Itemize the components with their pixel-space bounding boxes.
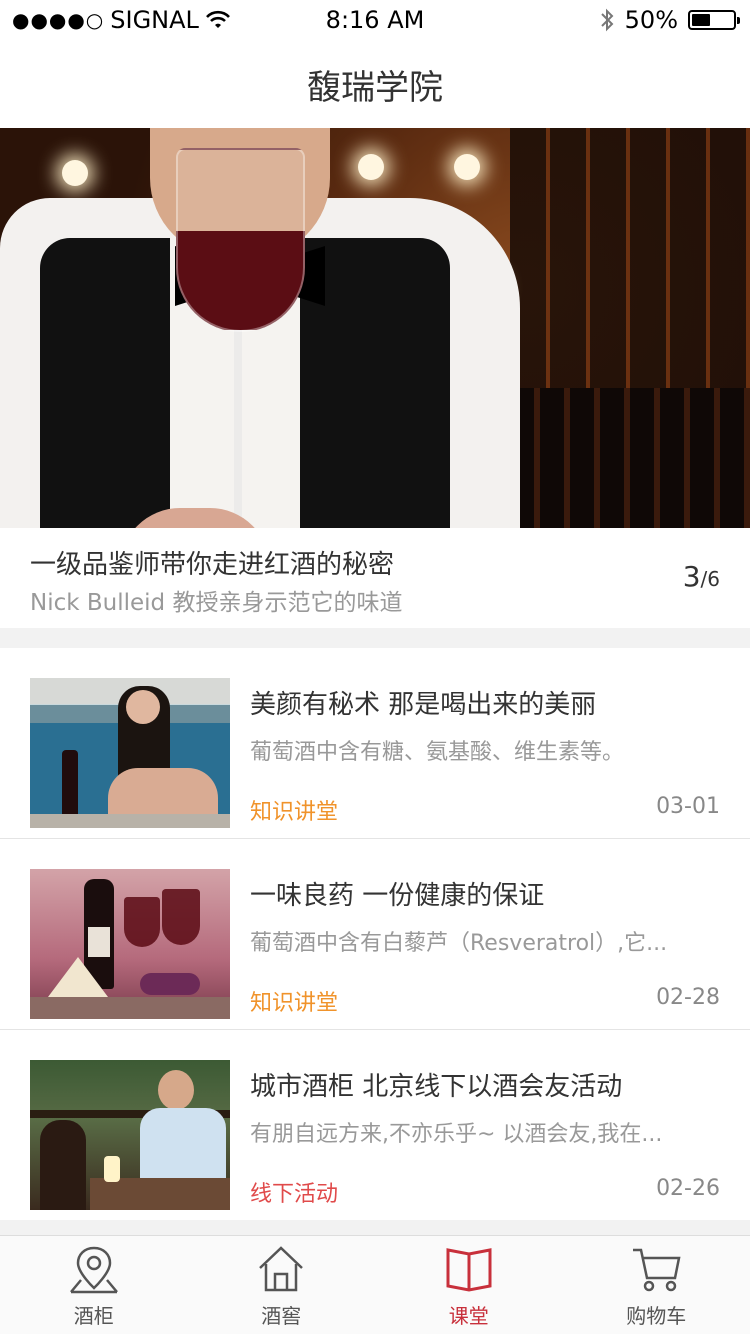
hero-caption[interactable]: 一级品鉴师带你走进红酒的秘密 Nick Bulleid 教授亲身示范它的味道 3… (0, 528, 750, 628)
battery-percent: 50% (624, 6, 678, 34)
article-list: 美颜有秘术 那是喝出来的美丽 葡萄酒中含有糖、氨基酸、维生素等。 知识讲堂 03… (0, 648, 750, 1220)
tab-label: 购物车 (626, 1304, 687, 1328)
article-thumbnail (30, 678, 230, 828)
nav-bar: 馥瑞学院 (0, 40, 750, 128)
page-title: 馥瑞学院 (307, 68, 443, 108)
location-pin-icon (69, 1246, 118, 1294)
status-right: 50% (599, 6, 740, 34)
bottom-tab-bar: 酒柜 酒窖 课堂 购物车 (0, 1235, 750, 1334)
tab-label: 酒柜 (73, 1304, 114, 1328)
wine-bottles-decoration (510, 388, 750, 528)
article-date: 02-26 (656, 1176, 720, 1201)
wine-glass (176, 148, 305, 332)
hero-subtitle: Nick Bulleid 教授亲身示范它的味道 (30, 590, 403, 616)
ceiling-light (358, 154, 384, 180)
cart-icon (633, 1248, 681, 1292)
tab-shopping-cart[interactable]: 购物车 (563, 1236, 750, 1334)
pager-current: 3 (682, 560, 701, 593)
tab-classroom[interactable]: 课堂 (375, 1236, 563, 1334)
article-thumbnail (30, 869, 230, 1019)
article-description: 葡萄酒中含有糖、氨基酸、维生素等。 (250, 740, 625, 765)
article-title: 一味良药 一份健康的保证 (250, 881, 545, 911)
article-description: 葡萄酒中含有白藜芦（Resveratrol）,它... (250, 931, 668, 956)
article-thumbnail (30, 1060, 230, 1210)
hero-banner-image[interactable] (0, 128, 750, 528)
pager-total: /6 (700, 567, 720, 591)
article-date: 02-28 (656, 985, 720, 1010)
list-item[interactable]: 一味良药 一份健康的保证 葡萄酒中含有白藜芦（Resveratrol）,它...… (0, 839, 750, 1030)
hero-title: 一级品鉴师带你走进红酒的秘密 (30, 550, 395, 580)
list-item[interactable]: 城市酒柜 北京线下以酒会友活动 有朋自远方来,不亦乐乎~ 以酒会友,我在... … (0, 1030, 750, 1220)
article-title: 城市酒柜 北京线下以酒会友活动 (250, 1072, 623, 1102)
article-category-tag: 知识讲堂 (250, 991, 339, 1016)
house-icon (259, 1246, 304, 1292)
tab-label: 课堂 (448, 1304, 489, 1328)
tab-wine-cellar[interactable]: 酒窖 (188, 1236, 376, 1334)
bluetooth-icon (600, 8, 614, 32)
battery-icon (688, 10, 740, 30)
list-item[interactable]: 美颜有秘术 那是喝出来的美丽 葡萄酒中含有糖、氨基酸、维生素等。 知识讲堂 03… (0, 648, 750, 839)
article-category-tag: 线下活动 (250, 1182, 339, 1207)
ceiling-light (62, 160, 88, 186)
article-description: 有朋自远方来,不亦乐乎~ 以酒会友,我在... (250, 1122, 663, 1147)
ceiling-light (454, 154, 480, 180)
tab-label: 酒窖 (261, 1304, 302, 1328)
status-bar: ●●●●○ SIGNAL 8:16 AM 50% (0, 0, 750, 40)
tab-wine-cabinet[interactable]: 酒柜 (0, 1236, 188, 1334)
wine-glass-stem (234, 326, 242, 528)
banner-pager: 3/6 (683, 560, 720, 593)
article-category-tag: 知识讲堂 (250, 800, 339, 825)
article-title: 美颜有秘术 那是喝出来的美丽 (250, 690, 597, 720)
book-icon (446, 1248, 492, 1292)
article-date: 03-01 (656, 794, 720, 819)
